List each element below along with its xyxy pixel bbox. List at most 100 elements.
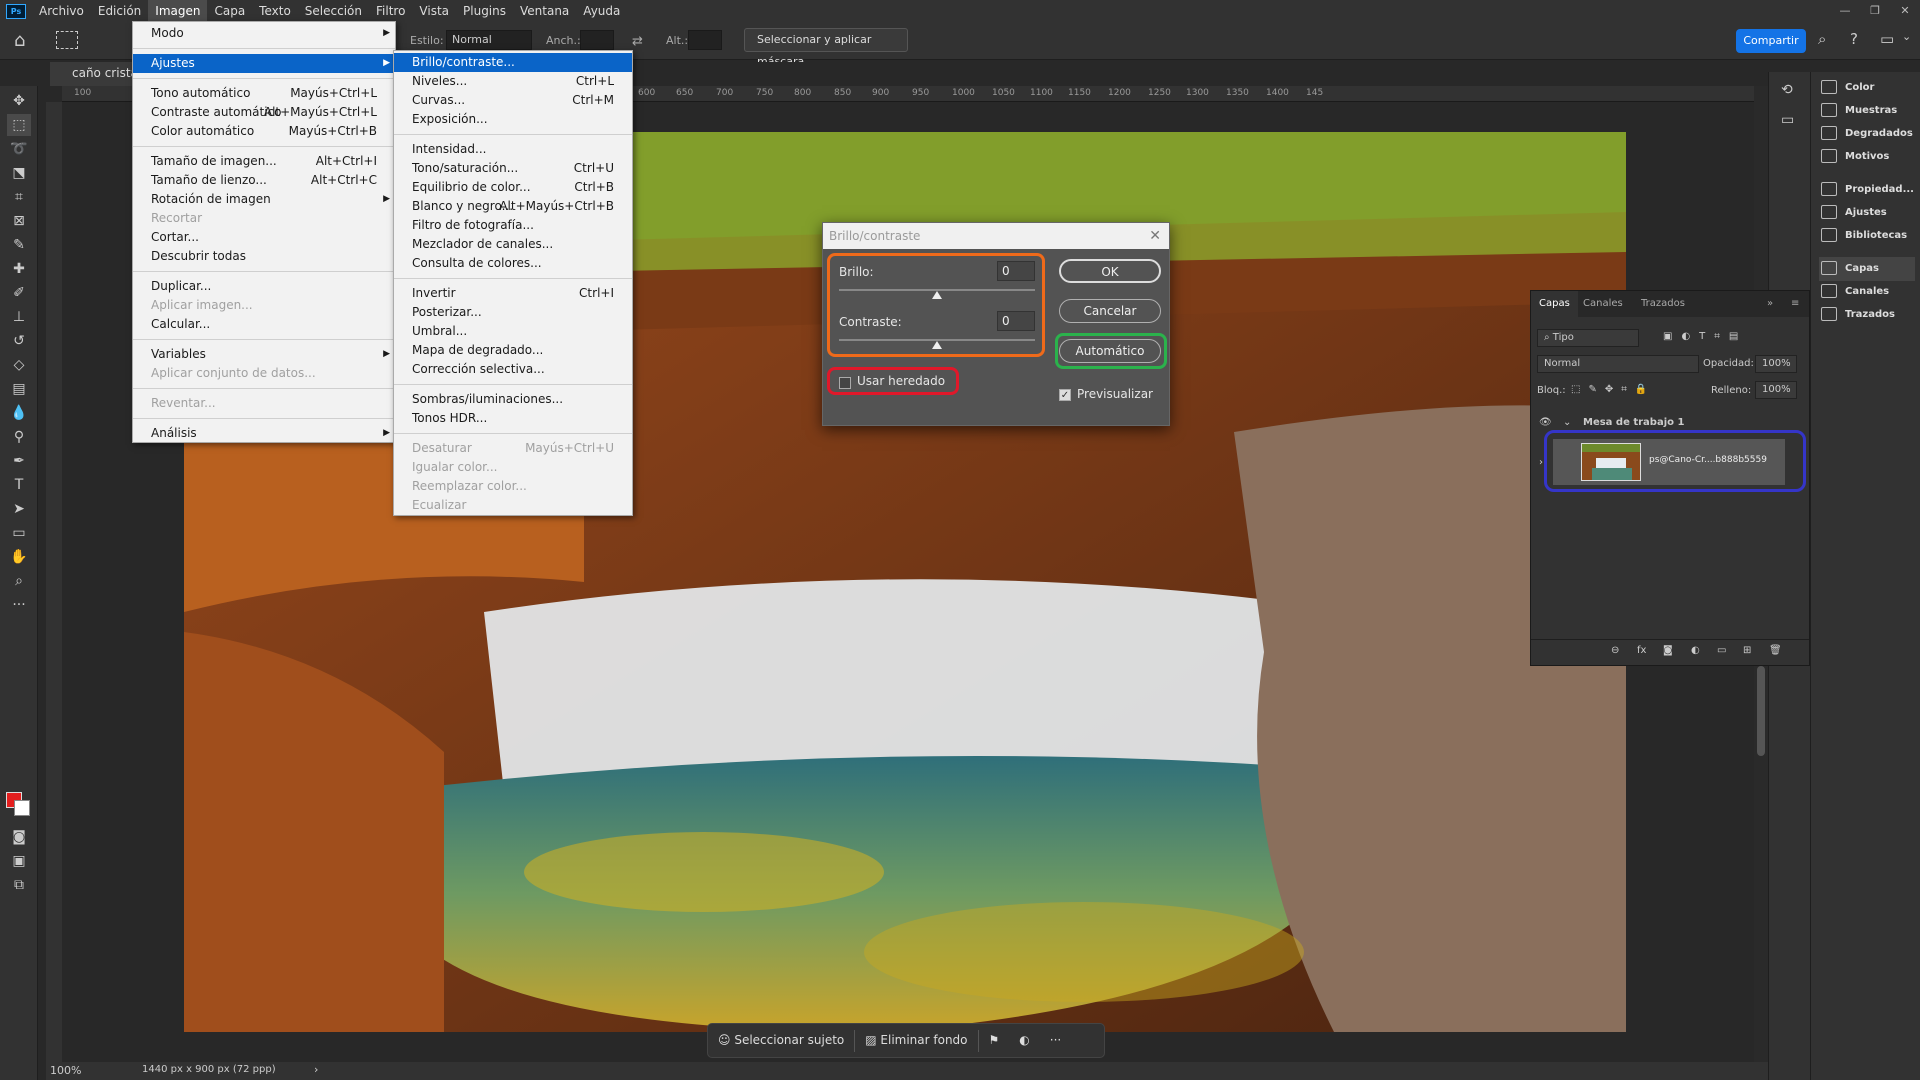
help-icon[interactable]: ? [1850, 30, 1858, 48]
close-icon[interactable]: ✕ [1149, 223, 1161, 249]
cancel-button[interactable]: Cancelar [1059, 299, 1161, 323]
menu-ventana[interactable]: Ventana [513, 0, 576, 22]
height-field[interactable] [688, 30, 722, 50]
menu-item[interactable]: Modo ▶ [133, 24, 395, 43]
estilo-select[interactable]: Normal [446, 30, 532, 50]
link-layers-icon[interactable]: ⊖ [1611, 645, 1619, 656]
layer-filter-icons[interactable]: ▣◐T⌗▤ [1663, 331, 1747, 342]
dodge-tool-icon[interactable]: ⚲ [7, 426, 31, 448]
layer-expand-icon[interactable]: › [1539, 457, 1543, 468]
restore-icon[interactable]: ❐ [1860, 0, 1890, 22]
menu-item[interactable]: Tono automático Mayús+Ctrl+L [133, 84, 395, 103]
screen-mode-icon[interactable]: ▣ [7, 850, 31, 872]
opacity-field[interactable]: 100% [1755, 355, 1797, 373]
menu-item[interactable]: Color automático Mayús+Ctrl+B [133, 122, 395, 141]
menu-item[interactable]: Ajustes ▶ [133, 54, 395, 73]
search-icon[interactable]: ⌕ [1818, 30, 1826, 48]
ok-button[interactable]: OK [1059, 259, 1161, 283]
crop-tool-icon[interactable]: ⌗ [7, 186, 31, 208]
menu-item[interactable]: Niveles... Ctrl+L [394, 72, 632, 91]
blur-tool-icon[interactable]: 💧 [7, 402, 31, 424]
workspace-menu-icon[interactable]: ⌄ [1902, 30, 1911, 43]
history-icon[interactable]: ⟲ [1781, 82, 1793, 98]
menu-item[interactable]: Brillo/contraste... [394, 53, 632, 72]
rectangle-tool-icon[interactable]: ▭ [7, 522, 31, 544]
menu-filtro[interactable]: Filtro [369, 0, 412, 22]
menu-imagen[interactable]: Imagen [148, 0, 208, 22]
select-subject-button[interactable]: ☺ Seleccionar sujeto [708, 1023, 854, 1058]
close-window-icon[interactable]: ✕ [1890, 0, 1920, 22]
minimize-icon[interactable]: — [1830, 0, 1860, 22]
more-tools-icon[interactable]: ··· [7, 594, 31, 616]
fill-field[interactable]: 100% [1755, 381, 1797, 399]
menu-ayuda[interactable]: Ayuda [576, 0, 627, 22]
layer-filter-select[interactable]: ⌕ Tipo [1537, 329, 1639, 347]
menu-item[interactable]: Umbral... [394, 322, 632, 341]
zoom-tool-icon[interactable]: ⌕ [7, 570, 31, 592]
eyedropper-tool-icon[interactable]: ✎ [7, 234, 31, 256]
menu-item[interactable]: Cortar... [133, 228, 395, 247]
panel-trazados[interactable]: Trazados [1819, 303, 1915, 327]
history-brush-tool-icon[interactable]: ↺ [7, 330, 31, 352]
add-mask-icon[interactable]: ◙ [1663, 645, 1673, 656]
menu-item[interactable]: Tono/saturación... Ctrl+U [394, 159, 632, 178]
artboard-group-name[interactable]: Mesa de trabajo 1 [1583, 417, 1684, 428]
menu-item[interactable]: Rotación de imagen ▶ [133, 190, 395, 209]
adjustment-icon[interactable]: ◐ [1009, 1023, 1039, 1058]
menu-item[interactable]: Mezclador de canales... [394, 235, 632, 254]
group-expand-icon[interactable]: ⌄ [1563, 417, 1571, 428]
menu-item[interactable]: Posterizar... [394, 303, 632, 322]
menu-vista[interactable]: Vista [412, 0, 456, 22]
visibility-eye-icon[interactable]: 👁 [1539, 417, 1552, 428]
width-field[interactable] [580, 30, 614, 50]
menu-item[interactable]: Corrección selectiva... [394, 360, 632, 379]
frame-tool-icon[interactable]: ⊠ [7, 210, 31, 232]
panel-muestras[interactable]: Muestras [1819, 99, 1915, 123]
status-chevron-icon[interactable]: › [314, 1063, 318, 1076]
menu-item[interactable]: Blanco y negro... Alt+Mayús+Ctrl+B [394, 197, 632, 216]
delete-layer-icon[interactable]: 🗑 [1769, 645, 1782, 656]
type-tool-icon[interactable]: T [7, 474, 31, 496]
fx-icon[interactable]: fx [1637, 645, 1646, 656]
gradient-tool-icon[interactable]: ▤ [7, 378, 31, 400]
new-adjustment-icon[interactable]: ◐ [1691, 645, 1700, 656]
healing-brush-tool-icon[interactable]: ✚ [7, 258, 31, 280]
menu-archivo[interactable]: Archivo [32, 0, 91, 22]
menu-item[interactable]: Filtro de fotografía... [394, 216, 632, 235]
preview-checkbox[interactable]: ✓ [1059, 389, 1071, 401]
scrollbar-thumb[interactable] [1757, 666, 1765, 756]
panel-motivos[interactable]: Motivos [1819, 145, 1915, 169]
tab-capas[interactable]: Capas [1531, 291, 1578, 317]
menu-item[interactable]: Equilibrio de color... Ctrl+B [394, 178, 632, 197]
lasso-tool-icon[interactable]: ➰ [7, 138, 31, 160]
select-and-mask-button[interactable]: Seleccionar y aplicar máscara... [744, 28, 908, 68]
menu-item[interactable]: Descubrir todas [133, 247, 395, 266]
brush-tool-icon[interactable]: ✐ [7, 282, 31, 304]
share-button[interactable]: Compartir [1736, 29, 1806, 53]
menu-item[interactable]: Intensidad... [394, 140, 632, 159]
menu-item[interactable]: Sombras/iluminaciones... [394, 390, 632, 409]
menu-item[interactable]: Invertir Ctrl+I [394, 284, 632, 303]
menu-item[interactable]: Calcular... [133, 315, 395, 334]
comments-icon[interactable]: ▭ [1781, 112, 1794, 128]
new-group-icon[interactable]: ▭ [1717, 645, 1726, 656]
menu-item[interactable]: Contraste automático Alt+Mayús+Ctrl+L [133, 103, 395, 122]
menu-item[interactable]: Tamaño de lienzo... Alt+Ctrl+C [133, 171, 395, 190]
menu-item[interactable]: Variables ▶ [133, 345, 395, 364]
lock-icons[interactable]: ⬚✎✥⌗🔒 [1571, 384, 1655, 395]
more-options-icon[interactable]: ··· [1040, 1023, 1071, 1058]
panel-canales[interactable]: Canales [1819, 280, 1915, 304]
transform-icon[interactable]: ⚑ [979, 1023, 1010, 1058]
menu-item[interactable]: Tamaño de imagen... Alt+Ctrl+I [133, 152, 395, 171]
panel-color[interactable]: Color [1819, 76, 1915, 100]
rect-marquee-tool-icon[interactable]: ⬚ [7, 114, 31, 136]
tab-trazados[interactable]: Trazados [1641, 291, 1685, 317]
menu-capa[interactable]: Capa [207, 0, 252, 22]
menu-plugins[interactable]: Plugins [456, 0, 513, 22]
panel-degradados[interactable]: Degradados [1819, 122, 1915, 146]
new-layer-icon[interactable]: ⊞ [1743, 645, 1751, 656]
panel-capas[interactable]: Capas [1819, 257, 1915, 281]
workspace-icon[interactable]: ▭ [1880, 30, 1894, 48]
home-icon[interactable]: ⌂ [14, 30, 25, 51]
panel-propiedad[interactable]: Propiedad... [1819, 178, 1915, 202]
